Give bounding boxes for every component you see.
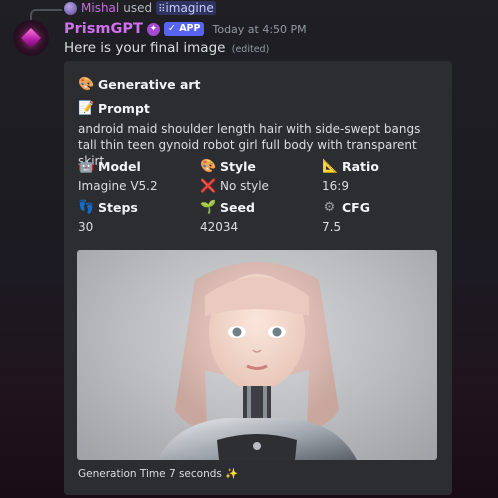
bot-name[interactable]: PrismGPT xyxy=(64,21,143,37)
steps-label: 👣 Steps xyxy=(78,200,138,215)
model-label-text: Model xyxy=(98,159,141,174)
prism-logo-icon xyxy=(21,28,41,48)
memo-icon: 📝 xyxy=(78,101,95,116)
model-label: 🤖 Model xyxy=(78,159,141,174)
reply-username[interactable]: Mishal xyxy=(81,1,119,15)
reply-reference[interactable]: Mishal used ⠿imagine xyxy=(64,0,216,16)
bot-avatar[interactable] xyxy=(13,20,49,56)
message-header: PrismGPT ✦ ✓ APP Today at 4:50 PM xyxy=(64,19,307,39)
model-value: Imagine V5.2 xyxy=(78,179,158,193)
embed-title-text: Generative art xyxy=(98,77,201,92)
reply-used-text: used xyxy=(123,1,153,15)
triangle-ruler-icon: 📐 xyxy=(322,159,339,174)
cross-mark-icon: ❌ xyxy=(200,179,217,194)
embed-footer: Generation Time 7 seconds ✨ xyxy=(78,467,238,480)
sparkles-icon: ✨ xyxy=(225,468,239,480)
command-name: imagine xyxy=(165,1,214,15)
embed-title: 🎨 Generative art xyxy=(78,77,201,92)
cfg-label-text: CFG xyxy=(342,200,370,215)
command-mention[interactable]: ⠿imagine xyxy=(156,1,216,15)
app-tag: ✓ APP xyxy=(163,22,205,36)
role-badge-icon[interactable]: ✦ xyxy=(146,22,160,36)
timestamp[interactable]: Today at 4:50 PM xyxy=(212,23,306,36)
embed-card: 🎨 Generative art 📝 Prompt android maid s… xyxy=(64,61,452,495)
footer-text: Generation Time 7 seconds xyxy=(78,468,222,480)
style-value-text: No style xyxy=(220,179,269,193)
generated-image[interactable] xyxy=(77,250,437,460)
seed-label-text: Seed xyxy=(220,200,255,215)
palette-icon: 🎨 xyxy=(78,77,95,92)
android-portrait-illustration xyxy=(157,262,357,460)
style-label: 🎨 Style xyxy=(200,159,256,174)
prompt-label-text: Prompt xyxy=(98,101,150,116)
palette-icon: 🎨 xyxy=(200,159,217,174)
steps-label-text: Steps xyxy=(98,200,138,215)
seed-value: 42034 xyxy=(200,220,239,234)
prompt-label: 📝 Prompt xyxy=(78,101,150,116)
gear-icon: ⚙ xyxy=(323,200,336,215)
style-value: ❌ No style xyxy=(200,179,269,194)
seedling-icon: 🌱 xyxy=(200,200,217,215)
cfg-value: 7.5 xyxy=(322,220,342,234)
message-text: Here is your final image xyxy=(64,40,226,56)
ratio-label: 📐 Ratio xyxy=(322,159,379,174)
style-label-text: Style xyxy=(220,159,256,174)
ratio-value: 16:9 xyxy=(322,179,349,193)
message-content: Here is your final image (edited) xyxy=(64,40,269,56)
reply-connector xyxy=(30,9,62,21)
steps-value: 30 xyxy=(78,220,94,234)
seed-label: 🌱 Seed xyxy=(200,200,255,215)
reply-user-avatar[interactable] xyxy=(64,1,77,15)
footprints-icon: 👣 xyxy=(78,200,95,215)
robot-icon: 🤖 xyxy=(78,159,95,174)
app-tag-label: APP xyxy=(179,23,201,34)
ratio-label-text: Ratio xyxy=(342,159,379,174)
cfg-label: ⚙ CFG xyxy=(322,200,370,215)
edited-indicator: (edited) xyxy=(231,44,270,55)
